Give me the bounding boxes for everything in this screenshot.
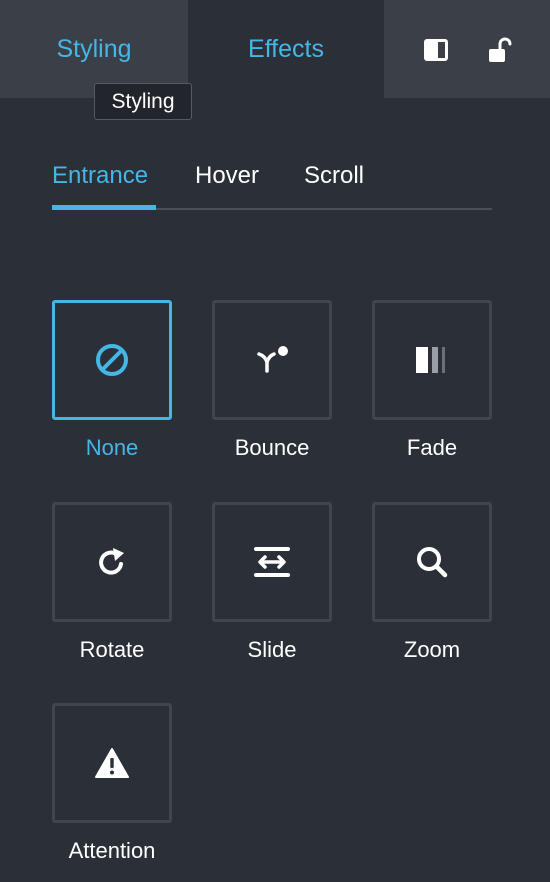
effect-label-zoom: Zoom	[403, 637, 461, 662]
rotate-icon	[99, 548, 124, 575]
unlock-icon[interactable]	[478, 28, 522, 72]
effect-label-none: None	[85, 435, 139, 460]
subtab-entrance[interactable]: Entrance	[52, 162, 148, 190]
effect-label-fade: Fade	[406, 435, 458, 460]
subtab-hover[interactable]: Hover	[195, 162, 259, 190]
panel-layout-icon[interactable]	[414, 28, 458, 72]
none-icon	[96, 344, 128, 376]
effect-option-attention[interactable]	[52, 703, 172, 823]
effect-option-rotate[interactable]	[52, 502, 172, 622]
effect-option-slide[interactable]	[212, 502, 332, 622]
fade-icon	[416, 347, 445, 373]
effect-label-slide: Slide	[247, 637, 297, 662]
effect-option-fade[interactable]	[372, 300, 492, 420]
zoom-icon	[417, 547, 448, 578]
effect-label-rotate: Rotate	[79, 637, 145, 662]
tab-effects[interactable]: Effects	[188, 0, 384, 98]
bounce-icon	[257, 346, 288, 373]
top-bar: Styling Effects	[0, 0, 550, 98]
effects-subtabs: Entrance Hover Scroll	[52, 152, 492, 210]
subtab-scroll[interactable]: Scroll	[304, 162, 364, 190]
attention-icon	[95, 748, 129, 778]
effect-option-none[interactable]	[52, 300, 172, 420]
effect-option-zoom[interactable]	[372, 502, 492, 622]
effect-label-bounce: Bounce	[234, 435, 310, 460]
active-subtab-indicator	[52, 205, 156, 210]
slide-icon	[254, 547, 290, 577]
effect-label-attention: Attention	[68, 838, 156, 863]
effect-option-bounce[interactable]	[212, 300, 332, 420]
tooltip: Styling	[94, 83, 192, 120]
